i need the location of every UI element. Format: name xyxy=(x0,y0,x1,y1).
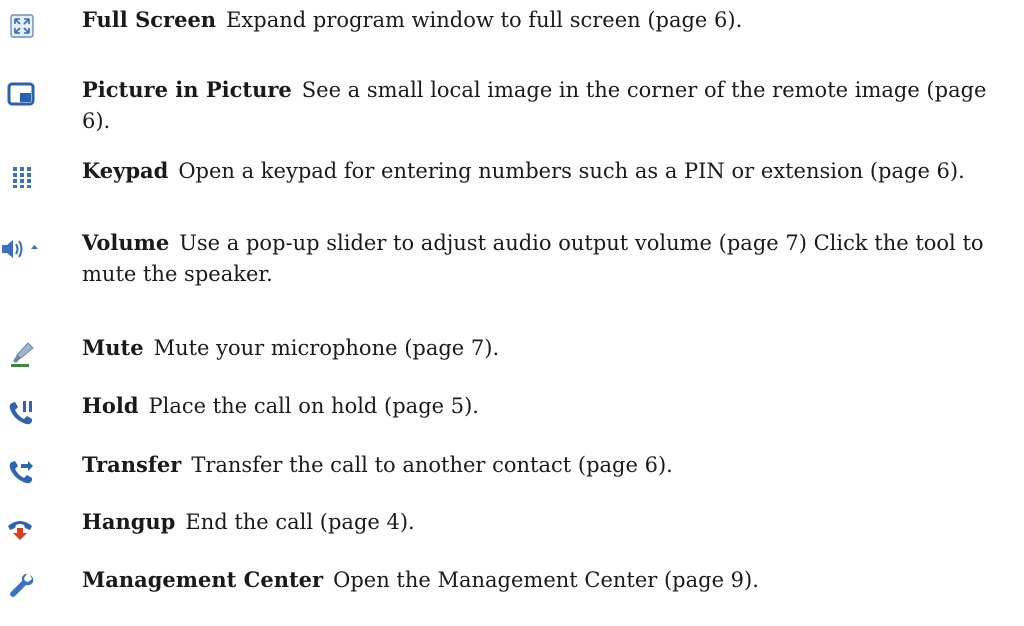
entry-name: Transfer xyxy=(82,452,182,477)
picture-in-picture-icon[interactable] xyxy=(7,80,35,108)
entry-name: Keypad xyxy=(82,158,169,183)
toolbar-reference-page: { "entries": [ {"name": "Full Screen", "… xyxy=(0,0,1024,626)
transfer-icon[interactable] xyxy=(7,457,35,485)
entry-description: Use a pop-up slider to adjust audio outp… xyxy=(82,231,984,286)
volume-icon[interactable] xyxy=(0,235,40,263)
entry-name: Full Screen xyxy=(82,7,217,32)
hold-icon[interactable] xyxy=(7,398,35,426)
entry-name: Mute xyxy=(82,335,144,360)
microphone-mute-icon[interactable] xyxy=(8,340,36,368)
entry-name: Hold xyxy=(82,393,139,418)
entry-text: Hold Place the call on hold (page 5). xyxy=(82,390,992,422)
entry-name: Volume xyxy=(82,230,170,255)
wrench-icon[interactable] xyxy=(8,572,36,600)
entry-description: Expand program window to full screen (pa… xyxy=(226,8,743,32)
entry-name: Hangup xyxy=(82,509,176,534)
entry-text: Mute Mute your microphone (page 7). xyxy=(82,332,992,364)
entry-description: Mute your microphone (page 7). xyxy=(153,336,500,360)
entry-text: Picture in Picture See a small local imag… xyxy=(82,74,992,137)
full-screen-icon[interactable] xyxy=(8,12,36,40)
entry-text: Management Center Open the Management Cen… xyxy=(82,564,992,596)
entry-description: End the call (page 4). xyxy=(185,510,415,534)
entry-text: Full Screen Expand program window to full… xyxy=(82,4,992,36)
entry-name: Picture in Picture xyxy=(82,77,292,102)
hangup-icon[interactable] xyxy=(6,514,34,542)
entry-description: Transfer the call to another contact (pa… xyxy=(191,453,673,477)
entry-description: Open the Management Center (page 9). xyxy=(333,568,759,592)
entry-text: Volume Use a pop-up slider to adjust audi… xyxy=(82,227,992,290)
keypad-icon[interactable] xyxy=(9,163,37,191)
entry-description: Place the call on hold (page 5). xyxy=(148,394,479,418)
entry-text: Hangup End the call (page 4). xyxy=(82,506,992,538)
entry-text: Keypad Open a keypad for entering numbers… xyxy=(82,155,992,187)
entry-name: Management Center xyxy=(82,567,324,592)
entry-text: Transfer Transfer the call to another con… xyxy=(82,449,992,481)
entry-description: Open a keypad for entering numbers such … xyxy=(178,159,965,183)
